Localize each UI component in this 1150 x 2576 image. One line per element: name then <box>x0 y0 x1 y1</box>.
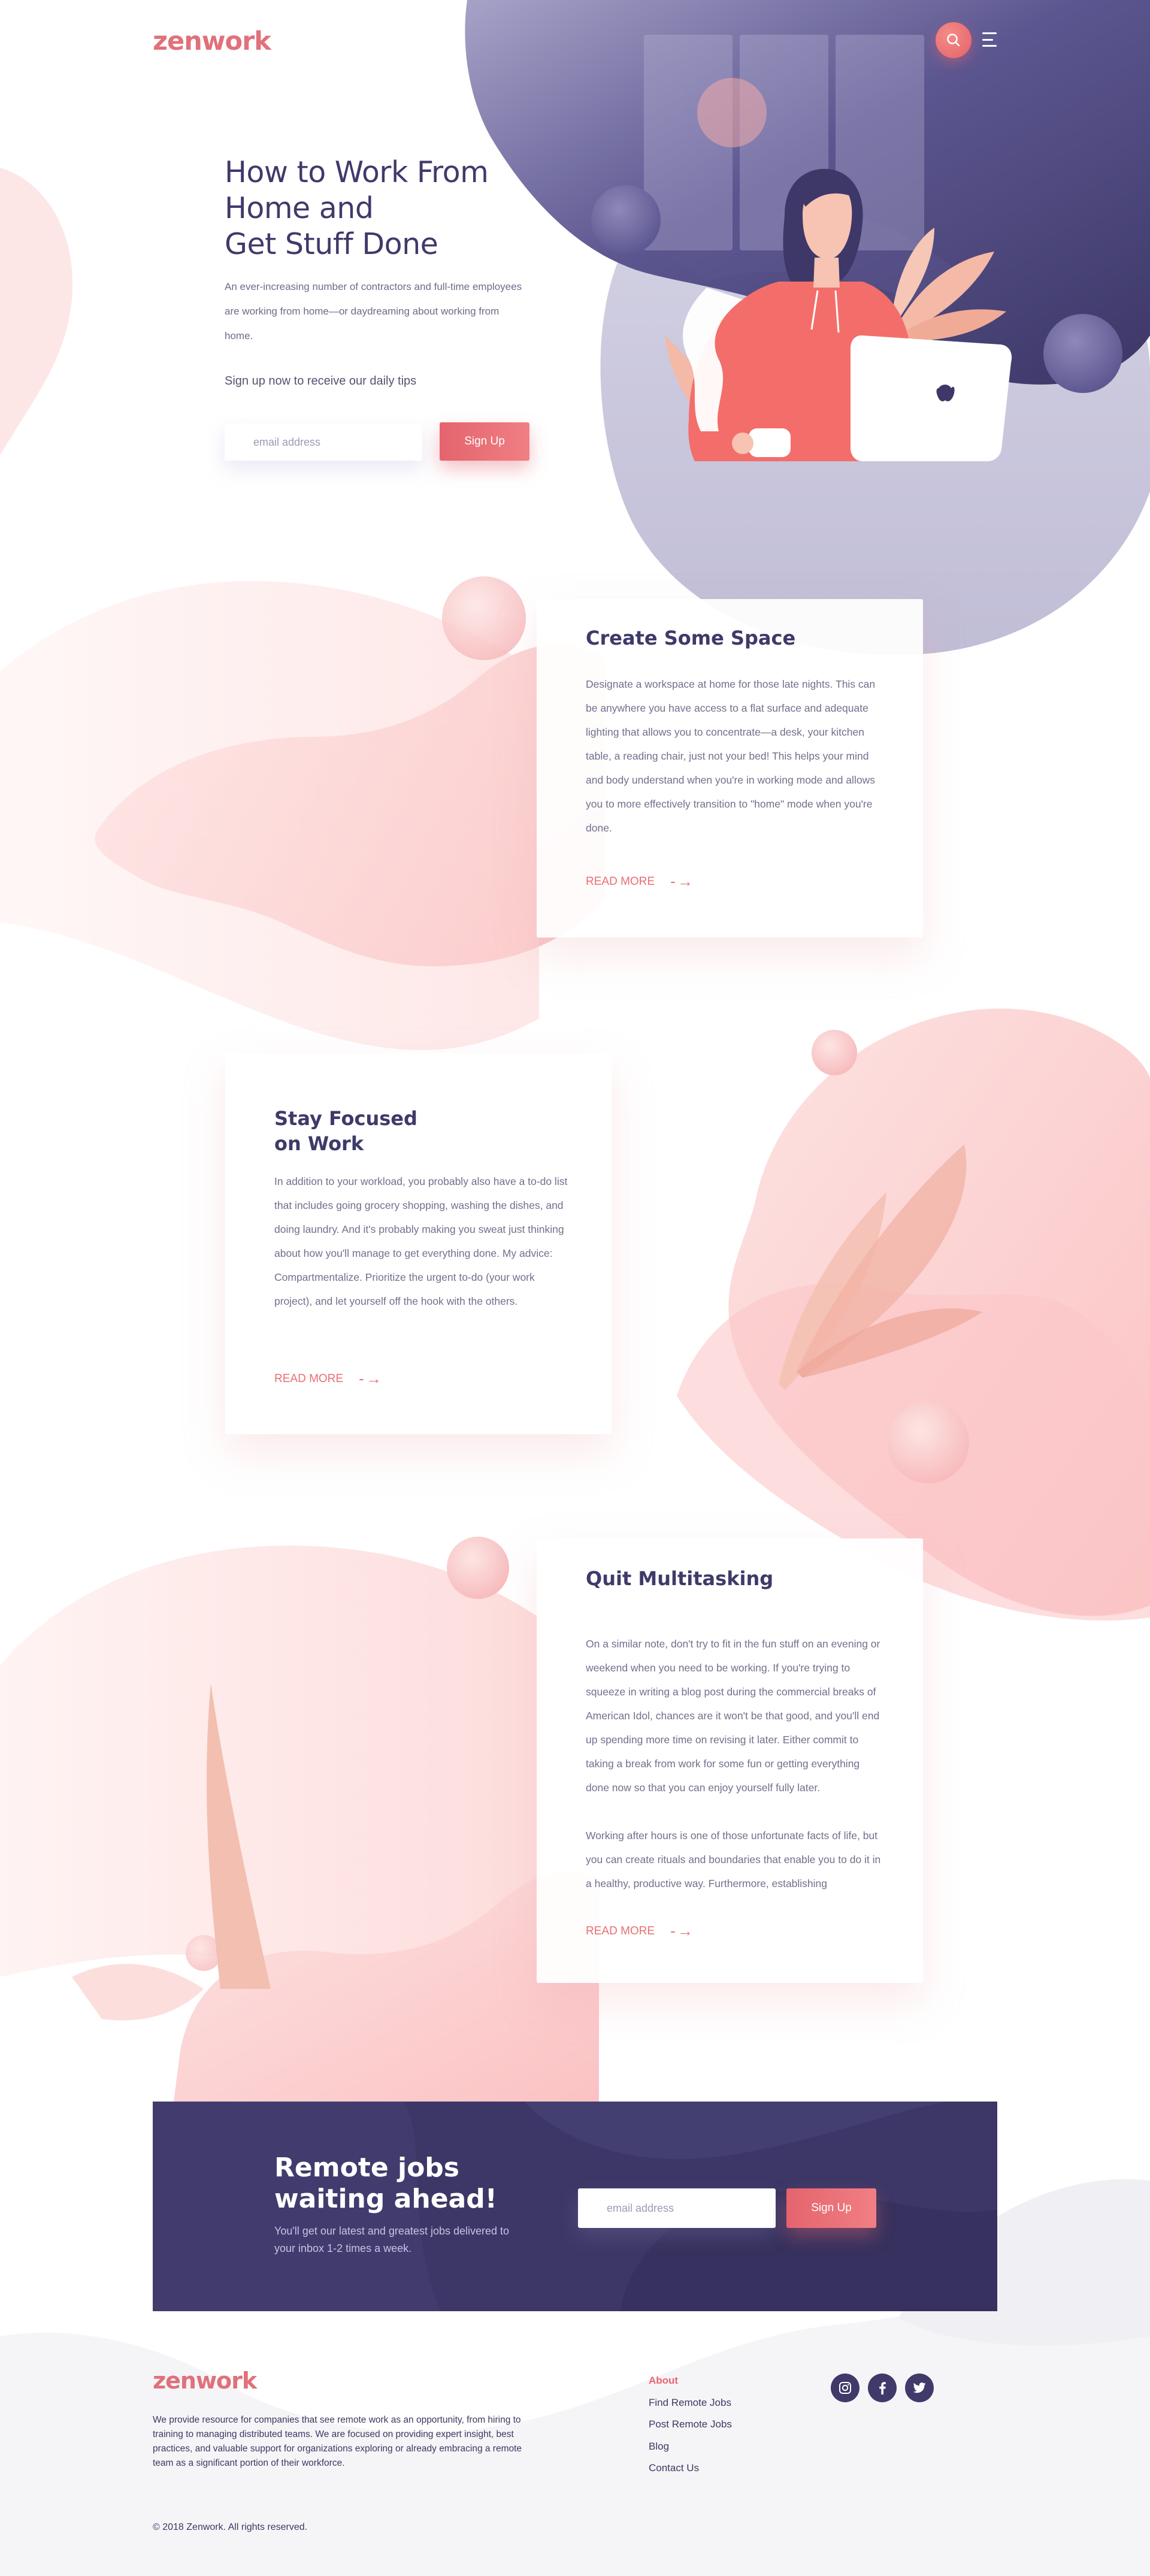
footer-link-find-remote-jobs[interactable]: Find Remote Jobs <box>649 2392 732 2414</box>
feature-body[interactable]: On a similar note, don't try to fit in t… <box>586 1632 885 1918</box>
facebook-icon[interactable] <box>868 2374 897 2402</box>
feature-title: Stay Focused on Work <box>274 1107 417 1155</box>
hero-email-input[interactable] <box>225 424 422 461</box>
hamburger-menu-icon[interactable] <box>982 32 998 47</box>
twitter-glyph <box>913 2383 926 2393</box>
read-more-label: READ MORE <box>586 1924 655 1937</box>
hero-cta-text: Sign up now to receive our daily tips <box>225 374 417 388</box>
feature-body-paragraph: Working after hours is one of those unfo… <box>586 1830 881 1889</box>
arrow-right-icon: - → <box>670 1922 693 1940</box>
newsletter-signup-button[interactable]: Sign Up <box>786 2188 876 2228</box>
hero-title: How to Work From Home and Get Stuff Done <box>225 155 489 261</box>
feature-title: Create Some Space <box>586 627 796 649</box>
arrow-right-icon: - → <box>359 1369 382 1387</box>
copyright-text: © 2018 Zenwork. All rights reserved. <box>153 2522 308 2532</box>
footer-nav: About Find Remote Jobs Post Remote Jobs … <box>649 2370 732 2480</box>
newsletter-email-input[interactable] <box>578 2188 776 2228</box>
hero-signup-button[interactable]: Sign Up <box>440 422 529 461</box>
read-more-link[interactable]: READ MORE - → <box>586 872 693 891</box>
newsletter-title: Remote jobs waiting ahead! <box>274 2152 497 2214</box>
arrow-right-icon: - → <box>670 872 693 890</box>
feature-body: Designate a workspace at home for those … <box>586 678 876 834</box>
newsletter-banner: Remote jobs waiting ahead! You'll get ou… <box>153 2102 997 2311</box>
menu-line <box>982 38 993 41</box>
feature-card-create-space: Create Some Space Designate a workspace … <box>537 599 923 938</box>
social-links <box>831 2374 934 2402</box>
read-more-label: READ MORE <box>274 1372 344 1385</box>
brand-logo[interactable]: zenwork <box>153 26 271 56</box>
hero-description: An ever-increasing number of contractors… <box>225 281 522 341</box>
read-more-link[interactable]: READ MORE - → <box>586 1922 693 1940</box>
footer-link-blog[interactable]: Blog <box>649 2436 732 2458</box>
twitter-icon[interactable] <box>905 2374 934 2402</box>
footer-description: We provide resource for companies that s… <box>153 2415 522 2468</box>
feature-body-paragraph: On a similar note, don't try to fit in t… <box>586 1638 880 1794</box>
read-more-label: READ MORE <box>586 875 655 888</box>
footer-link-about[interactable]: About <box>649 2370 732 2392</box>
newsletter-description: You'll get our latest and greatest jobs … <box>274 2225 510 2254</box>
footer-logo[interactable]: zenwork <box>153 2368 257 2394</box>
instagram-icon[interactable] <box>831 2374 860 2402</box>
menu-line <box>982 32 997 34</box>
feature-card-quit-multitasking: Quit Multitasking On a similar note, don… <box>537 1538 923 1983</box>
feature-body: In addition to your workload, you probab… <box>274 1175 568 1307</box>
facebook-glyph <box>879 2382 886 2394</box>
feature-title: Quit Multitasking <box>586 1567 774 1590</box>
search-icon <box>947 34 960 47</box>
footer-link-post-remote-jobs[interactable]: Post Remote Jobs <box>649 2414 732 2436</box>
footer-link-contact-us[interactable]: Contact Us <box>649 2457 732 2480</box>
search-button[interactable] <box>936 22 972 58</box>
instagram-glyph <box>839 2382 851 2394</box>
feature-card-stay-focused: Stay Focused on Work In addition to your… <box>225 1053 612 1434</box>
menu-line <box>982 45 997 47</box>
read-more-link[interactable]: READ MORE - → <box>274 1369 382 1388</box>
